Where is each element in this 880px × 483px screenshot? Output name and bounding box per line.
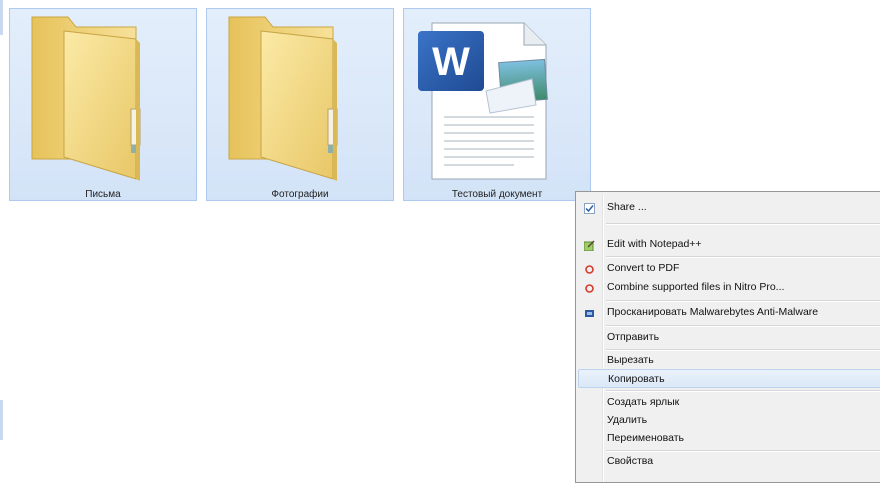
malwarebytes-icon (584, 307, 595, 318)
menu-item-malwarebytes-scan[interactable]: Просканировать Malwarebytes Anti-Malware (578, 303, 880, 322)
menu-separator (606, 300, 880, 302)
folder-icon (228, 16, 338, 181)
explorer-file-area: Письма Фотографии W Тестовый документ Sh… (0, 0, 880, 483)
menu-item-combine-nitro[interactable]: Combine supported files in Nitro Pro... (578, 278, 880, 297)
left-edge-artifact (0, 0, 3, 35)
menu-item-create-shortcut[interactable]: Создать ярлык (578, 393, 880, 412)
file-label: Фотографии (271, 189, 329, 200)
menu-item-properties[interactable]: Свойства (578, 452, 880, 471)
menu-item-convert-pdf[interactable]: Convert to PDF (578, 259, 880, 278)
menu-item-copy[interactable]: Копировать (578, 369, 880, 388)
file-item-test-document[interactable]: W Тестовый документ (403, 8, 591, 201)
menu-separator (606, 256, 880, 258)
file-item-folder-letters[interactable]: Письма (9, 8, 197, 201)
word-document-icon: W (418, 22, 548, 180)
svg-text:W: W (432, 40, 470, 84)
menu-item-edit-notepadpp[interactable]: Edit with Notepad++ (578, 235, 880, 254)
menu-item-share[interactable]: Share ... (578, 198, 880, 217)
menu-item-rename[interactable]: Переименовать (578, 429, 880, 448)
menu-item-delete[interactable]: Удалить (578, 411, 880, 430)
file-label: Письма (85, 189, 121, 200)
menu-item-cut[interactable]: Вырезать (578, 351, 880, 370)
menu-separator (606, 390, 880, 392)
left-edge-artifact (0, 400, 3, 440)
file-label: Тестовый документ (451, 189, 543, 200)
context-menu: Share ... Edit with Notepad++ Convert to… (575, 191, 880, 483)
notepadpp-icon (583, 239, 595, 252)
nitro-pdf-icon (584, 263, 595, 274)
folder-icon (31, 16, 141, 181)
menu-separator (606, 223, 880, 225)
menu-separator (606, 325, 880, 327)
file-item-folder-photos[interactable]: Фотографии (206, 8, 394, 201)
nitro-pdf-icon (584, 282, 595, 293)
share-check-icon (584, 202, 595, 214)
menu-item-send-to[interactable]: Отправить (578, 328, 880, 347)
